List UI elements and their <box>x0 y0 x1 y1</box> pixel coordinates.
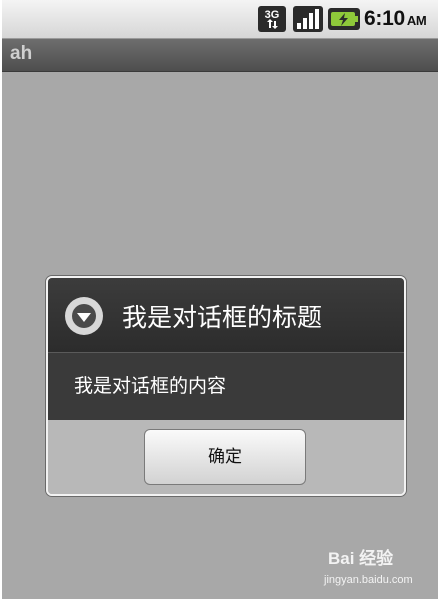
clock-ampm: AM <box>406 13 427 28</box>
alert-down-arrow-icon <box>65 297 103 335</box>
phone-screen: 3G 6:10AM ah 弹出 <box>2 0 438 599</box>
dialog-header: 我是对话框的标题 <box>48 278 404 353</box>
dialog-title: 我是对话框的标题 <box>122 303 323 332</box>
status-bar: 3G 6:10 AM <box>2 0 438 39</box>
network-label: 3G <box>265 9 280 21</box>
clock-time: 6:10 <box>364 7 405 30</box>
dialog-message: 我是对话框的内容 <box>74 375 227 397</box>
battery-charging-icon <box>328 8 360 30</box>
signal-strength-icon <box>293 6 323 32</box>
watermark-url: jingyan.baidu.com <box>324 574 413 586</box>
app-title-bar: ah <box>2 39 438 72</box>
baidu-watermark: Bai 经验 jingyan.baidu.com <box>320 544 436 594</box>
watermark-brand: Bai 经验 <box>328 549 394 568</box>
dialog-body: 我是对话框的内容 <box>48 353 404 420</box>
dialog-footer: 确定 <box>48 420 404 494</box>
app-title: ah <box>10 43 33 64</box>
3g-data-icon: 3G <box>258 6 286 32</box>
status-clock: 6:10 AM <box>364 7 427 31</box>
alert-dialog: 我是对话框的标题 我是对话框的内容 确定 <box>46 276 406 496</box>
ok-button[interactable]: 确定 <box>144 429 306 485</box>
